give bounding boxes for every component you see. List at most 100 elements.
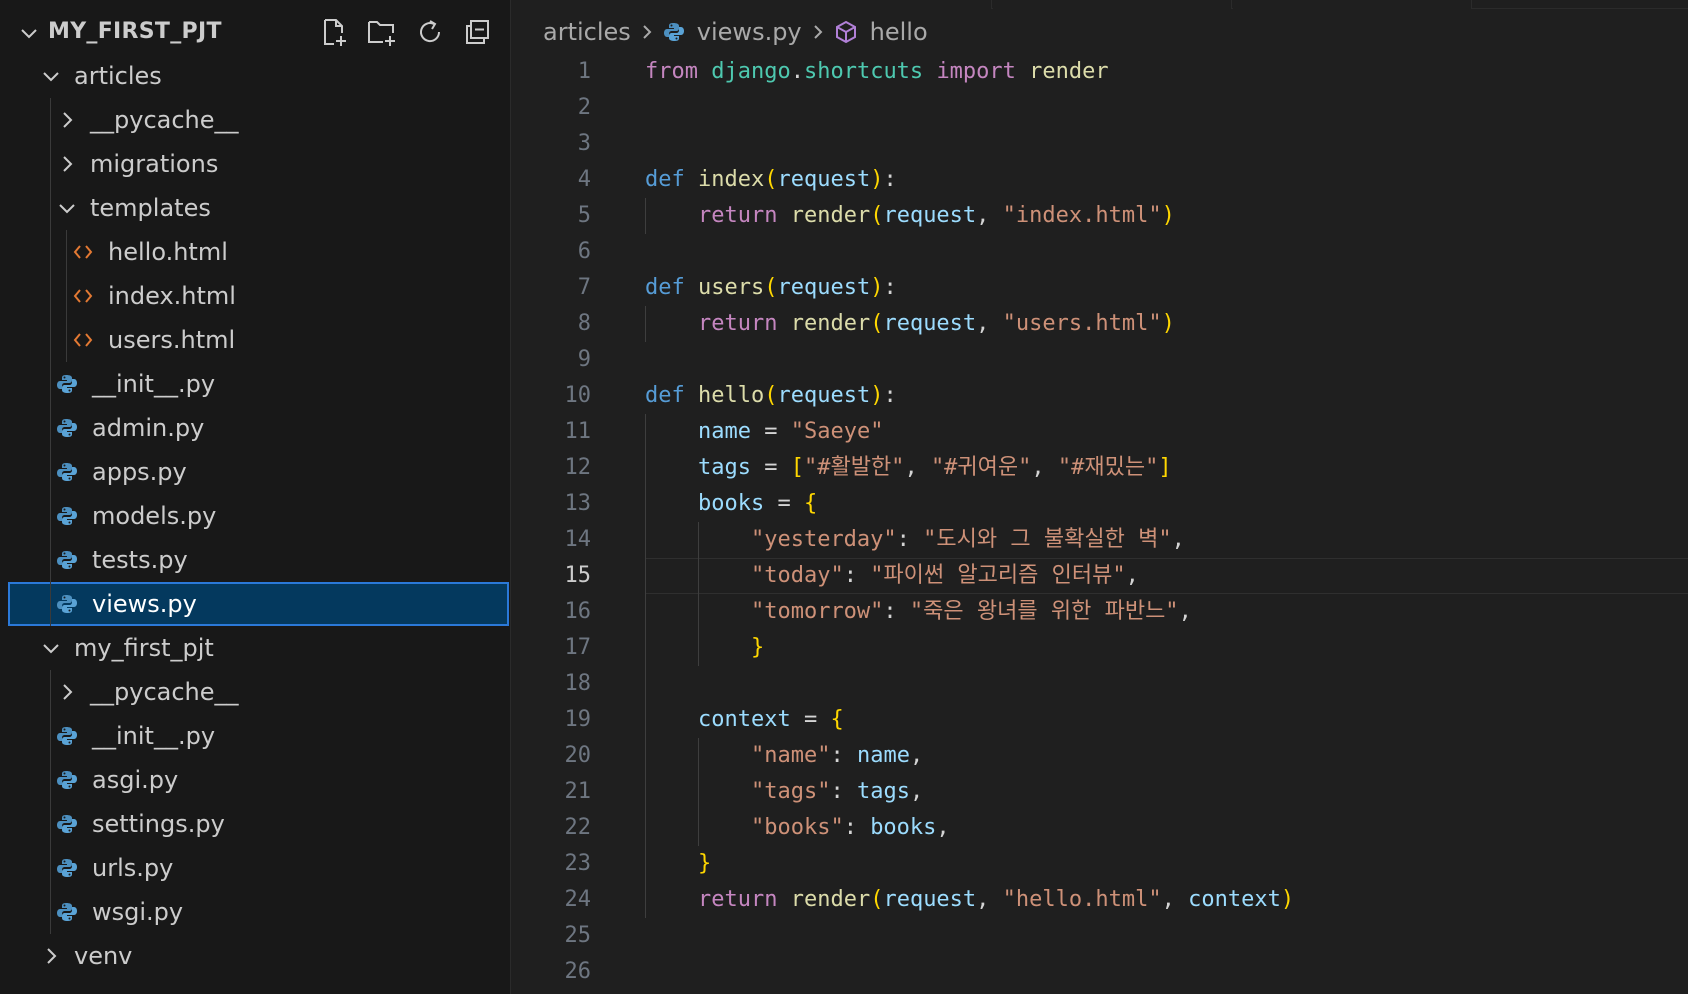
code-token: ) <box>1280 887 1295 912</box>
code-token: , <box>976 887 1003 912</box>
code-line[interactable]: 18 <box>511 666 1688 702</box>
tree-item-label: __init__.py <box>92 370 216 398</box>
code-line[interactable]: 4 def index(request): <box>511 162 1688 198</box>
tree-folder[interactable]: venv <box>0 934 510 978</box>
line-number: 24 <box>564 887 592 912</box>
tree-item-label: articles <box>74 62 162 90</box>
code-line[interactable]: 15 "today": "파이썬 알고리즘 인터뷰", <box>511 558 1688 594</box>
indent-guide <box>645 198 646 234</box>
tree-folder[interactable]: migrations <box>0 142 510 186</box>
code-line[interactable]: 1 from django.shortcuts import render <box>511 54 1688 90</box>
code-line[interactable]: 14 "yesterday": "도시와 그 불확실한 벽", <box>511 522 1688 558</box>
breadcrumb-folder[interactable]: articles <box>543 18 631 46</box>
code-line[interactable]: 7 def users(request): <box>511 270 1688 306</box>
collapse-all-icon[interactable] <box>460 14 496 50</box>
line-number: 14 <box>564 527 592 552</box>
tree-file[interactable]: settings.py <box>0 802 510 846</box>
breadcrumb-symbol[interactable]: hello <box>870 18 928 46</box>
tree-file[interactable]: index.html <box>0 274 510 318</box>
tree-file[interactable]: __init__.py <box>0 714 510 758</box>
code-line[interactable]: 23 } <box>511 846 1688 882</box>
code-line[interactable]: 5 return render(request, "index.html") <box>511 198 1688 234</box>
tree-file[interactable]: urls.py <box>0 846 510 890</box>
code-line[interactable]: 22 "books": books, <box>511 810 1688 846</box>
tree-file[interactable]: apps.py <box>0 450 510 494</box>
code-token: render <box>1029 59 1109 84</box>
tree-file[interactable]: asgi.py <box>0 758 510 802</box>
tree-folder[interactable]: articles <box>0 54 510 98</box>
tree-file[interactable]: views.py <box>8 582 509 626</box>
line-number: 13 <box>564 491 592 516</box>
code-line[interactable]: 16 "tomorrow": "죽은 왕녀를 위한 파반느", <box>511 594 1688 630</box>
symbol-method-icon <box>834 20 858 44</box>
chevron-right-icon[interactable] <box>56 109 78 131</box>
indent-guide <box>66 230 67 362</box>
tree-file[interactable]: tests.py <box>0 538 510 582</box>
code-token: , <box>1031 455 1058 480</box>
code-line[interactable]: 13 books = { <box>511 486 1688 522</box>
code-line[interactable]: 20 "name": name, <box>511 738 1688 774</box>
tree-file[interactable]: hello.html <box>0 230 510 274</box>
tree-item-label: models.py <box>92 502 217 530</box>
explorer-project-title: MY_FIRST_PJT <box>48 19 222 44</box>
code-line[interactable]: 2 <box>511 90 1688 126</box>
code-line[interactable]: 8 return render(request, "users.html") <box>511 306 1688 342</box>
code-token: : <box>883 383 897 408</box>
chevron-right-icon[interactable] <box>56 153 78 175</box>
code-token: ) <box>1161 311 1175 336</box>
code-line[interactable]: 11 name = "Saeye" <box>511 414 1688 450</box>
chevron-right-icon[interactable] <box>40 945 62 967</box>
code-line[interactable]: 6 <box>511 234 1688 270</box>
tree-folder[interactable]: __pycache__ <box>0 670 510 714</box>
line-number: 23 <box>564 851 592 876</box>
chevron-down-icon[interactable] <box>18 22 40 44</box>
tree-folder[interactable]: my_first_pjt <box>0 626 510 670</box>
code-text: } <box>645 630 764 666</box>
code-text: "yesterday": "도시와 그 불확실한 벽", <box>645 522 1185 558</box>
chevron-down-icon[interactable] <box>40 637 62 659</box>
python-file-icon <box>663 21 685 43</box>
chevron-down-icon[interactable] <box>56 197 78 219</box>
tree-folder[interactable]: __pycache__ <box>0 98 510 142</box>
code-line[interactable]: 9 <box>511 342 1688 378</box>
code-line[interactable]: 26 <box>511 954 1688 990</box>
code-token: users <box>698 275 765 300</box>
chevron-right-icon[interactable] <box>56 681 78 703</box>
code-line[interactable]: 3 <box>511 126 1688 162</box>
code-text: name = "Saeye" <box>645 414 883 450</box>
tab-strip <box>511 0 1688 9</box>
indent-guide <box>50 98 51 626</box>
code-area[interactable]: 1 from django.shortcuts import render 2 3 4 d… <box>511 54 1688 990</box>
code-token: request <box>777 167 871 192</box>
code-line[interactable]: 17 } <box>511 630 1688 666</box>
code-token: , <box>1161 887 1189 912</box>
refresh-icon[interactable] <box>412 14 448 50</box>
tree-file[interactable]: __init__.py <box>0 362 510 406</box>
tree-file[interactable]: models.py <box>0 494 510 538</box>
tree-file[interactable]: admin.py <box>0 406 510 450</box>
code-line[interactable]: 25 <box>511 918 1688 954</box>
code-token: return <box>697 203 778 228</box>
code-line[interactable]: 24 return render(request, "hello.html", … <box>511 882 1688 918</box>
explorer-header[interactable]: MY_FIRST_PJT <box>0 10 510 54</box>
code-token: return <box>697 311 778 336</box>
breadcrumb-file[interactable]: views.py <box>697 18 802 46</box>
code-line[interactable]: 10 def hello(request): <box>511 378 1688 414</box>
code-token: , <box>909 743 924 768</box>
code-token: "hello.html" <box>1002 887 1162 912</box>
code-line[interactable]: 12 tags = ["#활발한", "#귀여운", "#재밌는"] <box>511 450 1688 486</box>
code-token: books <box>697 491 765 516</box>
code-line[interactable]: 21 "tags": tags, <box>511 774 1688 810</box>
new-folder-icon[interactable] <box>364 14 400 50</box>
chevron-down-icon[interactable] <box>40 65 62 87</box>
tree-file[interactable]: wsgi.py <box>0 890 510 934</box>
code-token: ) <box>1161 203 1175 228</box>
new-file-icon[interactable] <box>316 14 352 50</box>
tree-file[interactable]: users.html <box>0 318 510 362</box>
code-token: ] <box>1158 455 1172 480</box>
tree-folder[interactable]: templates <box>0 186 510 230</box>
code-line[interactable]: 19 context = { <box>511 702 1688 738</box>
